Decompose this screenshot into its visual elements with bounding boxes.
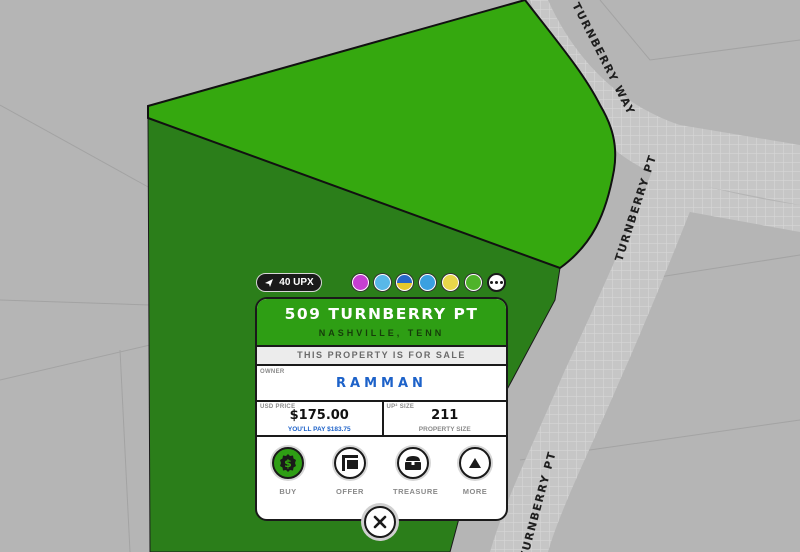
offer-action[interactable]: OFFER (330, 447, 370, 496)
dollar-coin-icon: $ (280, 454, 296, 472)
card-header: 509 TURNBERRY PT NASHVILLE, TENN (257, 299, 506, 347)
treasure-action[interactable]: TREASURE (393, 447, 439, 496)
buy-action[interactable]: $ BUY (268, 447, 308, 496)
collection-badge-icon[interactable] (442, 274, 459, 291)
buy-button[interactable]: $ (272, 447, 304, 479)
owner-name-link[interactable]: RAMMAN (257, 376, 506, 391)
svg-text:$: $ (284, 457, 292, 470)
collection-badge-icon[interactable] (419, 274, 436, 291)
offer-button[interactable] (334, 447, 366, 479)
more-collections-button[interactable] (487, 273, 506, 292)
more-label: MORE (462, 487, 488, 496)
you-pay-text: YOU'LL PAY $183.75 (287, 426, 351, 433)
collection-badge-icon[interactable] (396, 274, 413, 291)
more-button[interactable] (459, 447, 491, 479)
send-icon (265, 278, 274, 287)
property-card: 509 TURNBERRY PT NASHVILLE, TENN THIS PR… (255, 297, 508, 521)
size-cell: UP² SIZE 211 PROPERTY SIZE (381, 402, 507, 435)
offer-label: OFFER (336, 487, 364, 496)
close-button[interactable] (364, 506, 396, 538)
owner-caption: OWNER (260, 369, 285, 375)
price-size-row: USD PRICE $175.00 YOU'LL PAY $183.75 UP²… (257, 402, 506, 437)
size-value: 211 (431, 408, 459, 423)
travel-cost-label: 40 UPX (279, 277, 314, 288)
triangle-up-icon (469, 458, 481, 468)
collection-badge-icon[interactable] (352, 274, 369, 291)
price-value: $175.00 (289, 408, 349, 423)
price-cell: USD PRICE $175.00 YOU'LL PAY $183.75 (257, 402, 382, 435)
treasure-chest-icon (405, 456, 421, 470)
size-label: PROPERTY SIZE (418, 426, 471, 433)
collection-badge-icon[interactable] (465, 274, 482, 291)
more-action[interactable]: MORE (455, 447, 495, 496)
buy-label: BUY (279, 487, 297, 496)
treasure-button[interactable] (397, 447, 429, 479)
owner-section: OWNER RAMMAN (257, 366, 506, 402)
travel-cost-pill[interactable]: 40 UPX (256, 273, 322, 292)
property-address: 509 TURNBERRY PT (284, 305, 479, 323)
close-icon (373, 515, 387, 529)
sale-status-banner: THIS PROPERTY IS FOR SALE (257, 347, 506, 366)
offer-sign-icon (342, 455, 358, 471)
property-city: NASHVILLE, TENN (318, 328, 445, 338)
treasure-label: TREASURE (393, 487, 439, 496)
collection-badge-icon[interactable] (374, 274, 391, 291)
